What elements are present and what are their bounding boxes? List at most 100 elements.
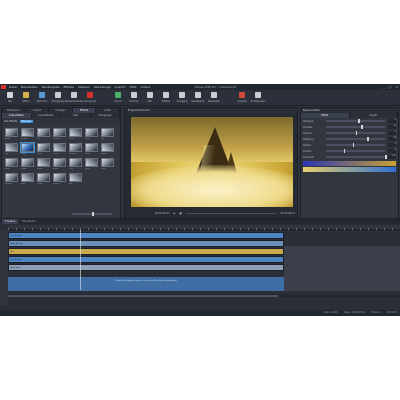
ruler-tick [8,228,9,230]
video-preview[interactable] [131,117,293,207]
toolbar-button-4[interactable]: Wiederherstellen [65,90,83,105]
effect-thumbnail[interactable]: Mosaik [101,143,115,155]
property-slider[interactable] [326,131,385,135]
property-value-input[interactable]: 0 [388,131,396,135]
playhead[interactable] [80,230,81,290]
clip-video-2[interactable]: Clip_02.mp4 [8,256,284,263]
effect-thumbnail[interactable]: Vignette [5,173,19,185]
timeline-drop-zone[interactable]: Ziehen Sie Dateien hierher, um sie zur T… [8,277,284,291]
effect-thumbnail[interactable]: Fade [101,128,115,140]
property-value-input[interactable]: 100 [388,155,396,159]
effect-thumbnail[interactable]: Solar [85,158,99,170]
effect-name: Invert [53,152,59,155]
property-value-input[interactable]: 0 [388,143,396,147]
effect-thumbnail[interactable]: Mirror [85,143,99,155]
timeline-scrollbar[interactable] [8,294,400,297]
slider-knob[interactable] [361,125,363,129]
effect-thumbnail[interactable]: Crop [85,128,99,140]
scroll-thumb[interactable] [8,294,278,297]
toolbar-button-14[interactable]: Einstellungen [251,90,265,105]
scrub-bar[interactable] [185,212,277,214]
toolbar-button-8[interactable]: Text [143,90,157,105]
effect-thumbnail[interactable]: Sepia [53,158,67,170]
effect-thumbnail[interactable]: Grain [37,143,51,155]
toolbar-button-9[interactable]: Effekte [159,90,173,105]
slider-knob[interactable] [367,137,369,141]
toolbar-button-11[interactable]: Stabilisieren [191,90,205,105]
effect-thumbnail[interactable]: Kontrast [69,143,83,155]
play-icon[interactable]: ▶ [174,212,176,215]
effect-thumbnail[interactable]: Zoom [37,173,51,185]
effect-thumbnail[interactable]: Color [69,128,83,140]
color-gradient-bar[interactable] [303,161,396,166]
ruler-tick [240,228,241,230]
ruler-tick [200,228,201,230]
clip-video-1[interactable]: Clip_01.mp4 [8,232,284,239]
effect-thumbnail[interactable]: Twist [101,158,115,170]
property-slider[interactable] [326,149,385,153]
toolbar-button-2[interactable]: Speichern [35,90,49,105]
time-ruler[interactable] [8,225,400,230]
effect-thumbnail[interactable]: Blur [37,128,51,140]
property-slider[interactable] [326,137,385,141]
toolbar-button-10[interactable]: Übergang [175,90,189,105]
effect-thumbnail[interactable]: Noise [5,158,19,170]
effect-thumbnail[interactable]: Shift [69,158,83,170]
property-value-input[interactable]: 0 [388,119,396,123]
toolbar-button-13[interactable]: Ausgabe [235,90,249,105]
effect-thumbnail[interactable]: Rotate [37,158,51,170]
effect-thumbnail[interactable]: Glow [20,142,35,155]
subtab-audio-effects[interactable]: Audioeffekte [32,113,61,118]
clip-music[interactable]: Musik.mp3 [8,264,284,271]
effect-thumbnail[interactable]: Alpha [5,128,19,140]
category-chip[interactable]: Blenden [19,119,34,123]
effect-thumbnail[interactable]: Flip [5,143,19,155]
effect-thumbnail[interactable]: Pan [69,173,83,185]
property-slider[interactable] [326,119,385,123]
tab-effect-props[interactable]: Effekt [301,113,350,118]
effect-thumbnail[interactable]: Warp [21,173,35,185]
toolbar-button-6[interactable]: Import [111,90,125,105]
property-value-input[interactable]: 12 [388,125,396,129]
property-value-input[interactable]: 24 [388,137,396,141]
tab-object-props[interactable]: Objekt [350,113,398,118]
property-label: Schärfe [303,149,312,153]
slider-knob[interactable] [385,155,387,159]
toolbar-button-7[interactable]: Trimmen [127,90,141,105]
property-slider[interactable] [326,143,385,147]
toolbar-button-3[interactable]: Rückgängig [51,90,65,105]
color-gradient-bar[interactable] [303,167,396,172]
slider-knob[interactable] [358,119,360,123]
effect-thumbnail[interactable]: Zoom 2 [53,173,67,185]
stop-icon[interactable]: ■ [179,212,181,215]
ruler-tick [184,228,185,230]
effect-thumbnail[interactable]: Ripple [21,158,35,170]
effect-thumbnail[interactable]: Invert [53,143,67,155]
slider-knob[interactable] [355,131,357,135]
subtab-transitions[interactable]: Übergänge [91,113,120,118]
thumbnail-size-slider[interactable] [72,212,112,216]
toolbar-button-5[interactable]: Aufnehmen [83,90,97,105]
ruler-tick [168,228,169,230]
property-value-input[interactable]: 8 [388,149,396,153]
slider-knob[interactable] [343,149,346,153]
effect-thumbnail[interactable]: Blende [21,128,35,140]
slider-knob[interactable] [352,143,355,147]
toolbar-button-0[interactable]: Neu [3,90,17,105]
slider-knob[interactable] [92,212,94,216]
status-cpu: CPU 12% [386,311,397,314]
toolbar-button-12[interactable]: Bearbeiten [207,90,221,105]
clip-audio-1[interactable]: Audio_01.wav [8,240,284,247]
open-icon [23,92,29,98]
property-slider[interactable] [326,125,385,129]
property-slider[interactable] [326,155,387,159]
timeline-panel: Timeline Storyboard Clip_01.mp4 Audio_01… [0,218,400,310]
subtab-titles[interactable]: Titel [61,113,91,118]
subtab-video-effects[interactable]: Videoeffekte [2,113,32,118]
effect-preview-image [101,128,114,137]
effect-thumbnail[interactable]: Chroma [53,128,67,140]
category-label[interactable]: Alle Effekte [4,120,18,123]
ruler-tick [344,228,345,230]
clip-title[interactable]: Titel [8,248,284,255]
toolbar-button-1[interactable]: Öffnen [19,90,33,105]
